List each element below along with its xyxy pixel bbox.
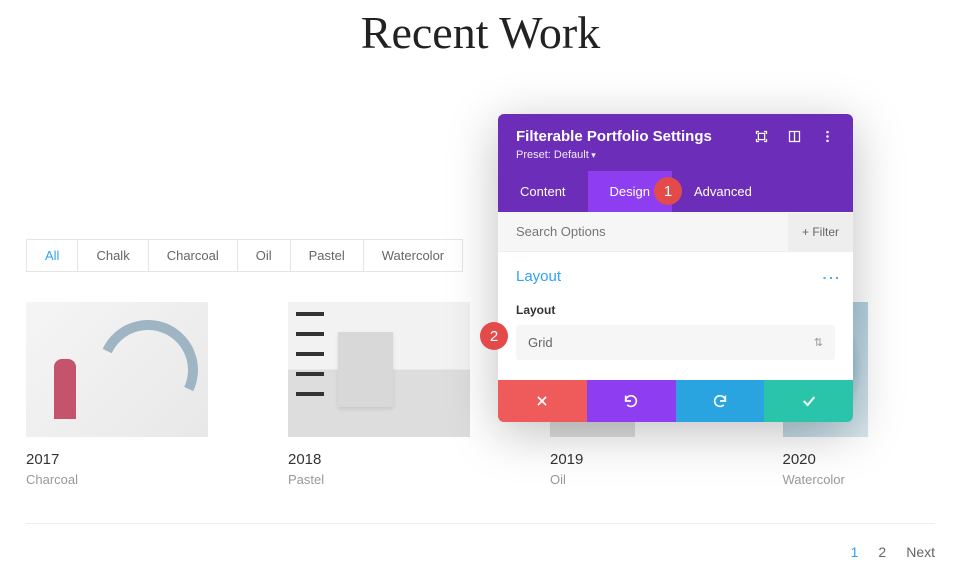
filter-all[interactable]: All [27, 240, 78, 271]
card-year: 2018 [288, 451, 470, 468]
layout-section: Layout ⋮ Layout Grid ⇅ [498, 252, 853, 380]
tab-content[interactable]: Content [498, 171, 588, 212]
chevron-updown-icon: ⇅ [814, 336, 823, 349]
card-year: 2019 [550, 451, 703, 468]
field-label: Layout [516, 303, 835, 317]
panel-title: Filterable Portfolio Settings [516, 128, 712, 145]
page-2[interactable]: 2 [878, 544, 886, 560]
card-category: Pastel [288, 472, 470, 487]
page-1[interactable]: 1 [851, 544, 859, 560]
card-category: Oil [550, 472, 703, 487]
annotation-badge-1: 1 [654, 177, 682, 205]
card-year: 2020 [783, 451, 936, 468]
tab-advanced[interactable]: Advanced [672, 171, 774, 212]
thumbnail [26, 302, 208, 437]
filter-bar: All Chalk Charcoal Oil Pastel Watercolor [26, 239, 463, 272]
fullscreen-icon[interactable] [754, 129, 769, 144]
search-input[interactable] [498, 212, 788, 251]
gallery-card[interactable]: 2017 Charcoal [26, 302, 208, 487]
undo-button[interactable] [587, 380, 676, 422]
confirm-button[interactable] [764, 380, 853, 422]
next-page[interactable]: Next [906, 544, 935, 560]
column-icon[interactable] [787, 129, 802, 144]
page-title: Recent Work [0, 0, 961, 59]
filter-watercolor[interactable]: Watercolor [364, 240, 462, 271]
layout-select[interactable]: Grid ⇅ [516, 325, 835, 360]
preset-dropdown[interactable]: Preset: Default [516, 149, 835, 161]
settings-panel: Filterable Portfolio Settings Preset: De… [498, 114, 853, 422]
select-value: Grid [528, 335, 553, 350]
section-title[interactable]: Layout [516, 268, 561, 285]
filter-oil[interactable]: Oil [238, 240, 291, 271]
filter-pastel[interactable]: Pastel [291, 240, 364, 271]
filter-chalk[interactable]: Chalk [78, 240, 148, 271]
gallery-card[interactable]: 2018 Pastel [288, 302, 470, 487]
card-category: Watercolor [783, 472, 936, 487]
panel-header: Filterable Portfolio Settings Preset: De… [498, 114, 853, 171]
action-bar [498, 380, 853, 422]
card-category: Charcoal [26, 472, 208, 487]
pagination: 1 2 Next [851, 544, 935, 560]
close-button[interactable] [498, 380, 587, 422]
section-menu-icon[interactable]: ⋮ [826, 269, 835, 285]
search-row: + Filter [498, 212, 853, 252]
annotation-badge-2: 2 [480, 322, 508, 350]
more-icon[interactable] [820, 129, 835, 144]
filter-charcoal[interactable]: Charcoal [149, 240, 238, 271]
card-year: 2017 [26, 451, 208, 468]
redo-button[interactable] [676, 380, 765, 422]
divider [26, 523, 935, 524]
add-filter-button[interactable]: + Filter [788, 213, 853, 251]
thumbnail [288, 302, 470, 437]
